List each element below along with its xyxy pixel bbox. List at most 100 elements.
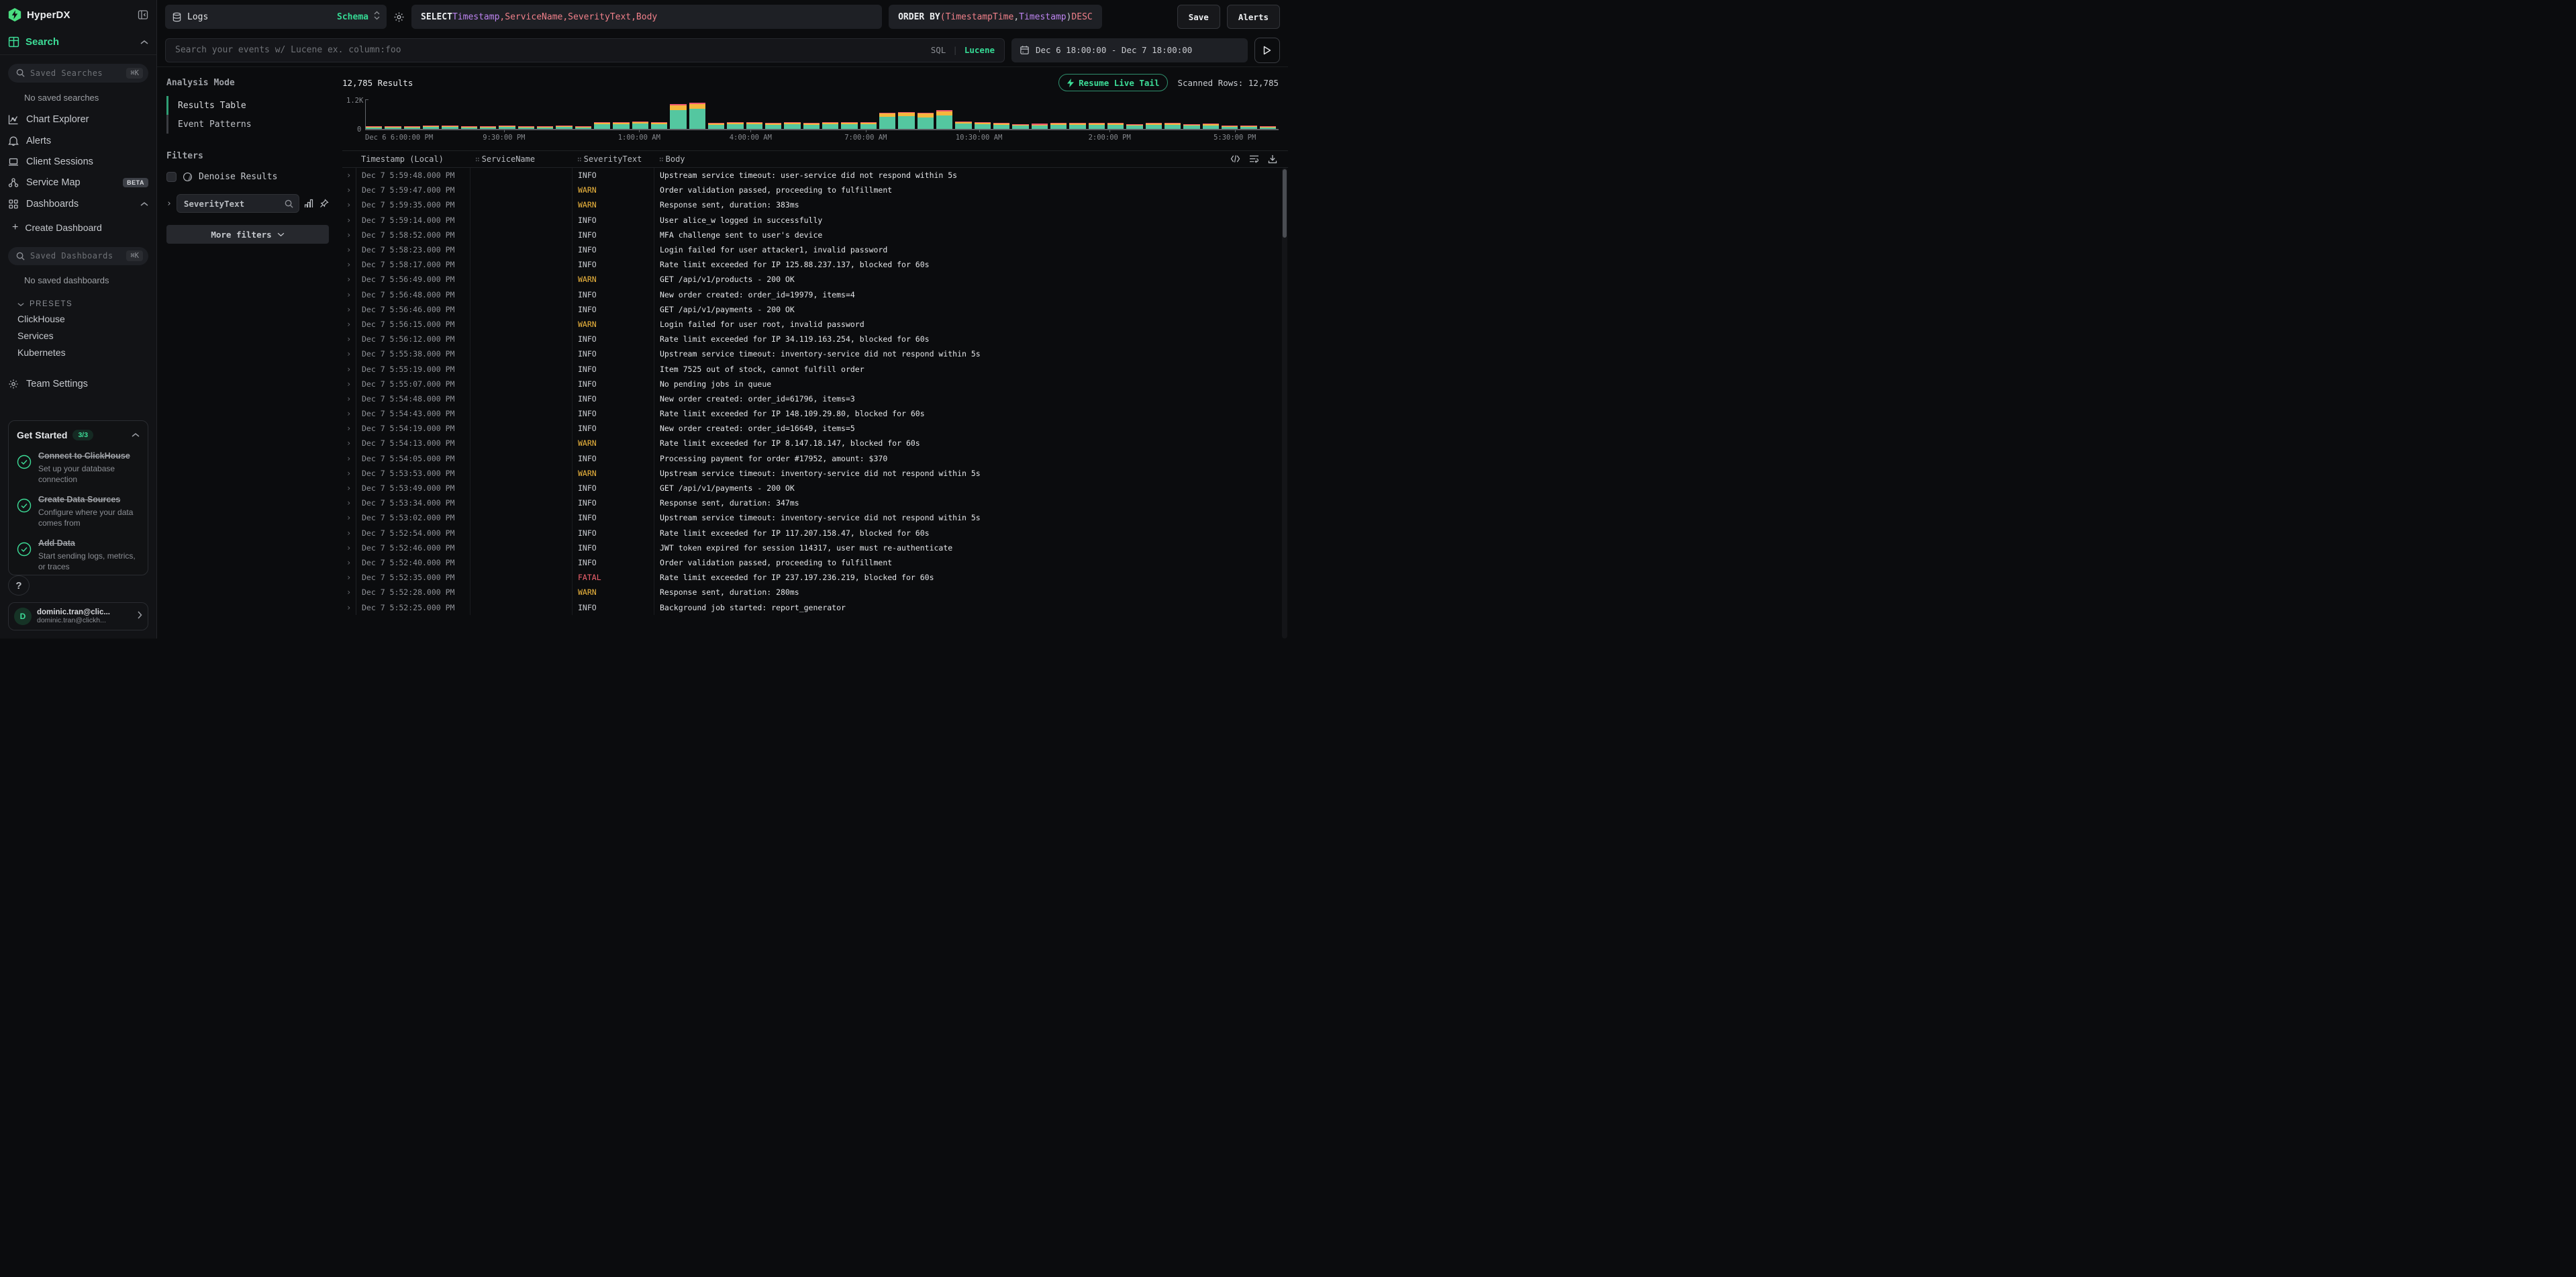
chart-bar[interactable] [765, 123, 781, 129]
table-row[interactable]: › Dec 7 5:59:35.000 PM WARN Response sen… [342, 197, 1288, 212]
chart-bar[interactable] [879, 113, 895, 129]
mode-event-patterns[interactable]: Event Patterns [166, 115, 329, 134]
table-row[interactable]: › Dec 7 5:53:34.000 PM INFO Response sen… [342, 495, 1288, 510]
row-expand-chevron[interactable]: › [342, 526, 356, 540]
chart-bar[interactable] [1203, 124, 1219, 129]
table-row[interactable]: › Dec 7 5:52:25.000 PM INFO Background j… [342, 600, 1288, 614]
drag-handle-icon[interactable]: ∷ [475, 155, 479, 164]
get-started-step-connect[interactable]: Connect to ClickHouse Set up your databa… [17, 451, 140, 485]
table-row[interactable]: › Dec 7 5:54:19.000 PM INFO New order cr… [342, 421, 1288, 436]
chart-bar[interactable] [1126, 124, 1142, 129]
vertical-scrollbar[interactable] [1282, 168, 1287, 638]
row-expand-chevron[interactable]: › [342, 406, 356, 421]
row-expand-chevron[interactable]: › [342, 377, 356, 391]
scrollbar-thumb[interactable] [1283, 169, 1287, 238]
row-expand-chevron[interactable]: › [342, 287, 356, 302]
source-settings-gear-icon[interactable] [393, 11, 405, 23]
wrap-lines-icon[interactable] [1249, 154, 1259, 163]
get-started-step-sources[interactable]: Create Data Sources Configure where your… [17, 494, 140, 528]
create-dashboard-button[interactable]: + Create Dashboard [8, 217, 148, 238]
more-filters-button[interactable]: More filters [166, 225, 329, 244]
download-icon[interactable] [1268, 154, 1277, 164]
table-row[interactable]: › Dec 7 5:52:54.000 PM INFO Rate limit e… [342, 526, 1288, 540]
table-row[interactable]: › Dec 7 5:52:28.000 PM WARN Response sen… [342, 585, 1288, 600]
chart-bar[interactable] [594, 122, 610, 129]
column-header-severitytext[interactable]: ∷SeverityText [572, 151, 654, 167]
date-range-picker[interactable]: Dec 6 18:00:00 - Dec 7 18:00:00 [1011, 38, 1248, 62]
saved-searches-input[interactable]: Saved Searches ⌘K [8, 64, 148, 83]
denoise-results-option[interactable]: Denoise Results [166, 172, 329, 182]
table-row[interactable]: › Dec 7 5:59:14.000 PM INFO User alice_w… [342, 213, 1288, 228]
chart-bar[interactable] [955, 122, 971, 129]
table-row[interactable]: › Dec 7 5:54:05.000 PM INFO Processing p… [342, 451, 1288, 466]
row-expand-chevron[interactable]: › [342, 317, 356, 332]
sql-select-editor[interactable]: SELECT Timestamp,ServiceName,SeverityTex… [411, 5, 882, 29]
table-row[interactable]: › Dec 7 5:55:38.000 PM INFO Upstream ser… [342, 346, 1288, 361]
chart-bar[interactable] [1012, 124, 1028, 129]
saved-dashboards-input[interactable]: Saved Dashboards ⌘K [8, 247, 148, 266]
row-expand-chevron[interactable]: › [342, 600, 356, 614]
row-expand-chevron[interactable]: › [342, 481, 356, 495]
chart-bar[interactable] [1050, 123, 1067, 129]
chart-bar[interactable] [727, 122, 743, 129]
table-row[interactable]: › Dec 7 5:55:19.000 PM INFO Item 7525 ou… [342, 361, 1288, 376]
row-expand-chevron[interactable]: › [342, 585, 356, 600]
chevron-up-icon[interactable] [132, 429, 140, 441]
chart-bar[interactable] [784, 122, 800, 129]
row-expand-chevron[interactable]: › [342, 302, 356, 317]
table-row[interactable]: › Dec 7 5:53:02.000 PM INFO Upstream ser… [342, 510, 1288, 525]
table-row[interactable]: › Dec 7 5:56:49.000 PM WARN GET /api/v1/… [342, 272, 1288, 287]
mode-lucene-toggle[interactable]: Lucene [964, 45, 995, 55]
row-expand-chevron[interactable]: › [342, 197, 356, 212]
row-expand-chevron[interactable]: › [342, 570, 356, 585]
schema-toggle[interactable]: Schema [337, 12, 368, 22]
row-expand-chevron[interactable]: › [342, 272, 356, 287]
sidebar-item-team-settings[interactable]: Team Settings [8, 373, 148, 394]
column-header-body[interactable]: ∷Body [654, 151, 1228, 167]
bar-chart-icon[interactable] [304, 199, 313, 208]
help-button[interactable]: ? [8, 575, 30, 596]
chart-bar[interactable] [841, 122, 857, 129]
table-row[interactable]: › Dec 7 5:56:46.000 PM INFO GET /api/v1/… [342, 302, 1288, 317]
order-by-editor[interactable]: ORDER BY (TimestampTime, Timestamp) DESC [889, 5, 1102, 29]
chart-bar[interactable] [860, 122, 877, 129]
facet-expand-chevron[interactable]: › [166, 199, 172, 209]
event-search-box[interactable]: SQL | Lucene [165, 38, 1005, 62]
table-row[interactable]: › Dec 7 5:52:35.000 PM FATAL Rate limit … [342, 570, 1288, 585]
run-query-button[interactable] [1254, 38, 1280, 63]
table-row[interactable]: › Dec 7 5:58:23.000 PM INFO Login failed… [342, 242, 1288, 257]
chevron-up-icon[interactable] [140, 199, 148, 209]
row-expand-chevron[interactable]: › [342, 346, 356, 361]
chart-bar[interactable] [936, 110, 952, 129]
table-row[interactable]: › Dec 7 5:56:48.000 PM INFO New order cr… [342, 287, 1288, 302]
resume-live-tail-button[interactable]: Resume Live Tail [1058, 74, 1168, 91]
presets-toggle[interactable]: PRESETS [17, 300, 148, 308]
chart-bar[interactable] [1165, 123, 1181, 129]
get-started-step-add-data[interactable]: Add Data Start sending logs, metrics, or… [17, 538, 140, 572]
chart-bar[interactable] [1032, 124, 1048, 129]
chart-bar[interactable] [1183, 124, 1199, 129]
search-icon[interactable] [285, 199, 293, 208]
chart-bar[interactable] [1107, 123, 1124, 129]
row-expand-chevron[interactable]: › [342, 242, 356, 257]
table-row[interactable]: › Dec 7 5:53:49.000 PM INFO GET /api/v1/… [342, 481, 1288, 495]
row-expand-chevron[interactable]: › [342, 421, 356, 436]
row-expand-chevron[interactable]: › [342, 510, 356, 525]
table-row[interactable]: › Dec 7 5:56:12.000 PM INFO Rate limit e… [342, 332, 1288, 346]
row-expand-chevron[interactable]: › [342, 332, 356, 346]
row-expand-chevron[interactable]: › [342, 540, 356, 555]
row-expand-chevron[interactable]: › [342, 361, 356, 376]
row-expand-chevron[interactable]: › [342, 228, 356, 242]
preset-item-services[interactable]: Services [17, 328, 148, 344]
row-expand-chevron[interactable]: › [342, 451, 356, 466]
row-expand-chevron[interactable]: › [342, 391, 356, 406]
chevron-up-icon[interactable] [140, 36, 148, 48]
table-row[interactable]: › Dec 7 5:56:15.000 PM WARN Login failed… [342, 317, 1288, 332]
get-started-header[interactable]: Get Started 3/3 [17, 429, 140, 441]
table-row[interactable]: › Dec 7 5:52:40.000 PM INFO Order valida… [342, 555, 1288, 570]
chart-bar[interactable] [613, 122, 629, 129]
sidebar-item-client-sessions[interactable]: Client Sessions [8, 151, 148, 172]
save-button[interactable]: Save [1177, 5, 1220, 29]
table-row[interactable]: › Dec 7 5:59:47.000 PM WARN Order valida… [342, 183, 1288, 197]
row-expand-chevron[interactable]: › [342, 213, 356, 228]
